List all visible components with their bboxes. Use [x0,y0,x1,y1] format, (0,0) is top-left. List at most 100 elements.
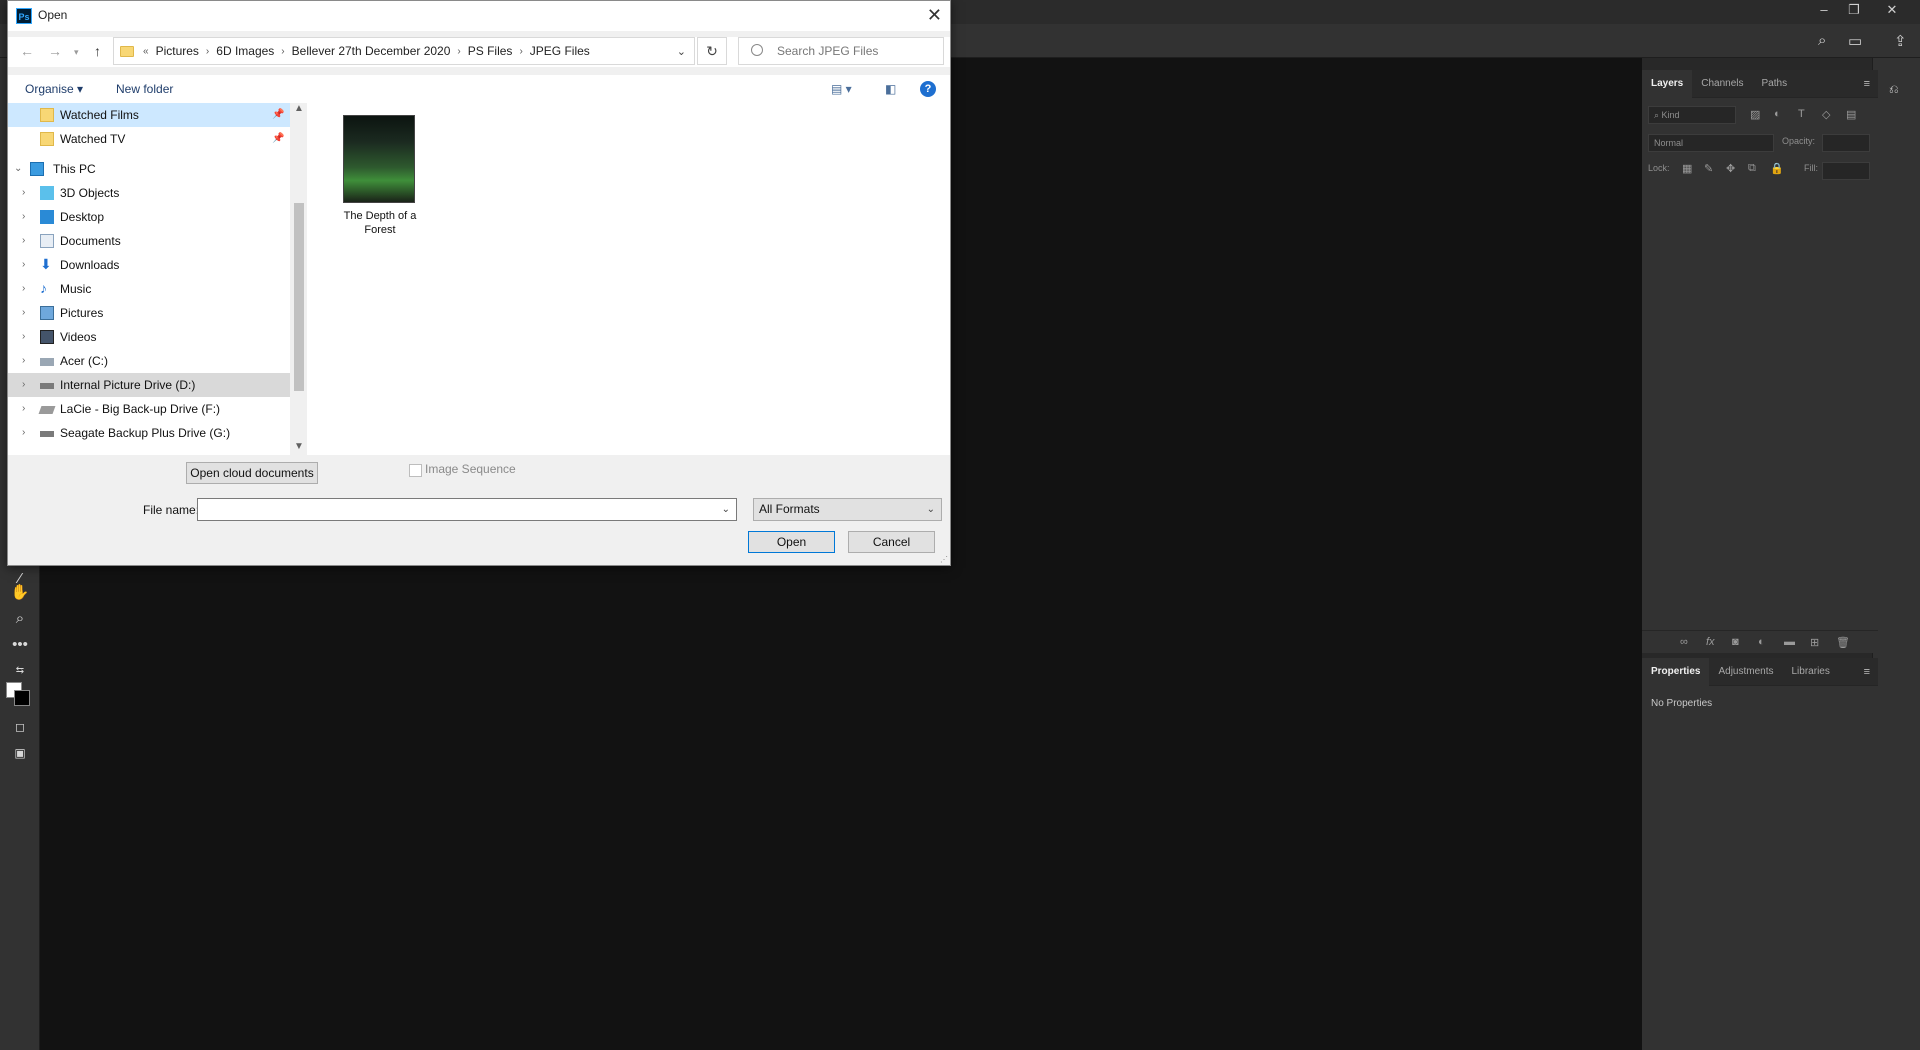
lock-move-icon[interactable]: ✥ [1726,162,1735,175]
screen-mode-icon[interactable]: ▣ [9,742,31,764]
nav-item-acer-c[interactable]: › Acer (C:) [8,349,290,373]
breadcrumb-ps-files[interactable]: PS Files [464,44,517,58]
blend-mode-select[interactable]: Normal [1648,134,1774,152]
scroll-down-icon[interactable]: ▼ [294,441,304,452]
adjustment-filter-icon[interactable]: ◐ [1774,108,1781,120]
overflow-chevron-icon[interactable]: « [140,46,152,57]
nav-item-watched-tv[interactable]: Watched TV 📌 [8,127,290,151]
panel-menu-icon[interactable]: ≡ [1864,666,1878,678]
background-color-swatch[interactable] [14,690,30,706]
history-panel-icon[interactable]: ⎌ [1889,82,1899,97]
smart-object-filter-icon[interactable]: ▤ [1846,108,1856,121]
preview-pane-icon[interactable]: ◧ [885,82,896,96]
breadcrumb-separator-icon[interactable]: › [454,46,463,57]
breadcrumb-separator-icon[interactable]: › [203,46,212,57]
nav-item-this-pc[interactable]: ⌄ This PC [8,157,290,181]
file-name-input[interactable]: ⌄ [197,498,737,521]
fx-icon[interactable]: fx [1706,636,1715,648]
chevron-right-icon[interactable]: › [22,349,25,373]
nav-item-downloads[interactable]: › ⬇ Downloads [8,253,290,277]
nav-item-videos[interactable]: › Videos [8,325,290,349]
breadcrumb-jpeg-files[interactable]: JPEG Files [526,44,594,58]
organise-button[interactable]: Organise ▾ [25,82,83,96]
recent-locations-icon[interactable]: ▾ [74,47,79,58]
resize-grip-icon[interactable]: ⋰ [940,555,948,564]
breadcrumb-pictures[interactable]: Pictures [152,44,203,58]
address-dropdown-icon[interactable]: ⌄ [677,45,694,58]
chevron-down-icon[interactable]: ⌄ [722,499,730,520]
nav-item-music[interactable]: › ♪ Music [8,277,290,301]
chevron-right-icon[interactable]: › [22,253,25,277]
add-mask-icon[interactable]: ◙ [1732,636,1739,648]
open-cloud-documents-button[interactable]: Open cloud documents [186,462,318,484]
swap-colors-icon[interactable]: ⇆ [9,660,31,682]
chevron-right-icon[interactable]: › [22,181,25,205]
back-arrow-icon[interactable]: ← [20,43,34,59]
up-arrow-icon[interactable]: ↑ [94,43,101,59]
breadcrumb-separator-icon[interactable]: › [516,46,525,57]
layer-kind-filter[interactable]: ⌕ Kind [1648,106,1736,124]
chevron-right-icon[interactable]: › [22,373,25,397]
chevron-right-icon[interactable]: › [22,277,25,301]
file-name-caption[interactable]: The Depth of a Forest [329,209,431,237]
link-layers-icon[interactable]: ∞ [1680,636,1688,648]
quick-mask-icon[interactable]: ◻ [9,716,31,738]
workspace-icon[interactable]: ▭ [1848,32,1862,50]
cancel-button[interactable]: Cancel [848,531,935,553]
tab-libraries[interactable]: Libraries [1783,658,1839,686]
chevron-right-icon[interactable]: › [22,421,25,445]
new-folder-button[interactable]: New folder [116,82,173,96]
close-icon[interactable]: ✕ [1878,0,1906,20]
lock-paint-icon[interactable]: ✎ [1704,162,1713,175]
nav-item-pictures[interactable]: › Pictures [8,301,290,325]
panel-menu-icon[interactable]: ≡ [1864,78,1878,90]
tab-channels[interactable]: Channels [1692,70,1752,98]
tab-properties[interactable]: Properties [1642,657,1710,686]
nav-item-desktop[interactable]: › Desktop [8,205,290,229]
adjustment-layer-icon[interactable]: ◐ [1758,636,1765,648]
lock-artboard-icon[interactable]: ⧉ [1748,162,1756,175]
pin-icon[interactable]: 📌 [272,127,284,151]
restore-icon[interactable]: ❐ [1840,0,1868,20]
chevron-right-icon[interactable]: › [22,397,25,421]
breadcrumb-separator-icon[interactable]: › [278,46,287,57]
refresh-icon[interactable]: ↻ [697,37,727,65]
change-view-icon[interactable]: ▤ ▾ [831,82,852,96]
scroll-up-icon[interactable]: ▲ [294,103,304,114]
zoom-tool-icon[interactable]: ⌕ [9,608,31,630]
address-bar[interactable]: « Pictures › 6D Images › Bellever 27th Dec… [113,37,695,65]
opacity-input[interactable] [1822,134,1870,152]
nav-item-watched-films[interactable]: Watched Films 📌 [8,103,290,127]
open-button[interactable]: Open [748,531,835,553]
breadcrumb-6d-images[interactable]: 6D Images [212,44,278,58]
tab-layers[interactable]: Layers [1642,69,1693,98]
chevron-right-icon[interactable]: › [22,325,25,349]
delete-layer-icon[interactable]: 🗑 [1836,636,1850,649]
chevron-down-icon[interactable]: ⌄ [14,157,22,181]
shape-filter-icon[interactable]: ◇ [1822,108,1830,121]
nav-item-lacie-drive[interactable]: › LaCie - Big Back-up Drive (F:) [8,397,290,421]
pin-icon[interactable]: 📌 [272,103,284,127]
lock-all-icon[interactable]: 🔒 [1770,162,1784,175]
scrollbar-thumb[interactable] [294,203,304,391]
chevron-right-icon[interactable]: › [22,229,25,253]
minimize-icon[interactable]: – [1810,0,1838,20]
forward-arrow-icon[interactable]: → [48,43,62,59]
nav-item-seagate-drive[interactable]: › Seagate Backup Plus Drive (G:) [8,421,290,445]
tab-adjustments[interactable]: Adjustments [1709,658,1782,686]
new-layer-icon[interactable]: ⊞ [1810,636,1819,649]
tab-paths[interactable]: Paths [1753,70,1797,98]
breadcrumb-bellever[interactable]: Bellever 27th December 2020 [288,44,455,58]
file-format-select[interactable]: All Formats ⌄ [753,498,942,521]
navigation-scrollbar[interactable]: ▲ ▼ [290,103,307,455]
lock-transparent-icon[interactable]: ▦ [1682,162,1692,175]
hand-tool-icon[interactable]: ✋ [9,582,31,604]
type-filter-icon[interactable]: T [1798,108,1805,120]
new-group-icon[interactable]: ▬ [1784,636,1795,648]
fill-input[interactable] [1822,162,1870,180]
chevron-right-icon[interactable]: › [22,301,25,325]
image-sequence-checkbox[interactable] [409,464,422,477]
help-icon[interactable]: ? [920,81,936,97]
search-input[interactable]: Search JPEG Files [738,37,944,65]
pixel-filter-icon[interactable]: ▨ [1750,108,1760,121]
